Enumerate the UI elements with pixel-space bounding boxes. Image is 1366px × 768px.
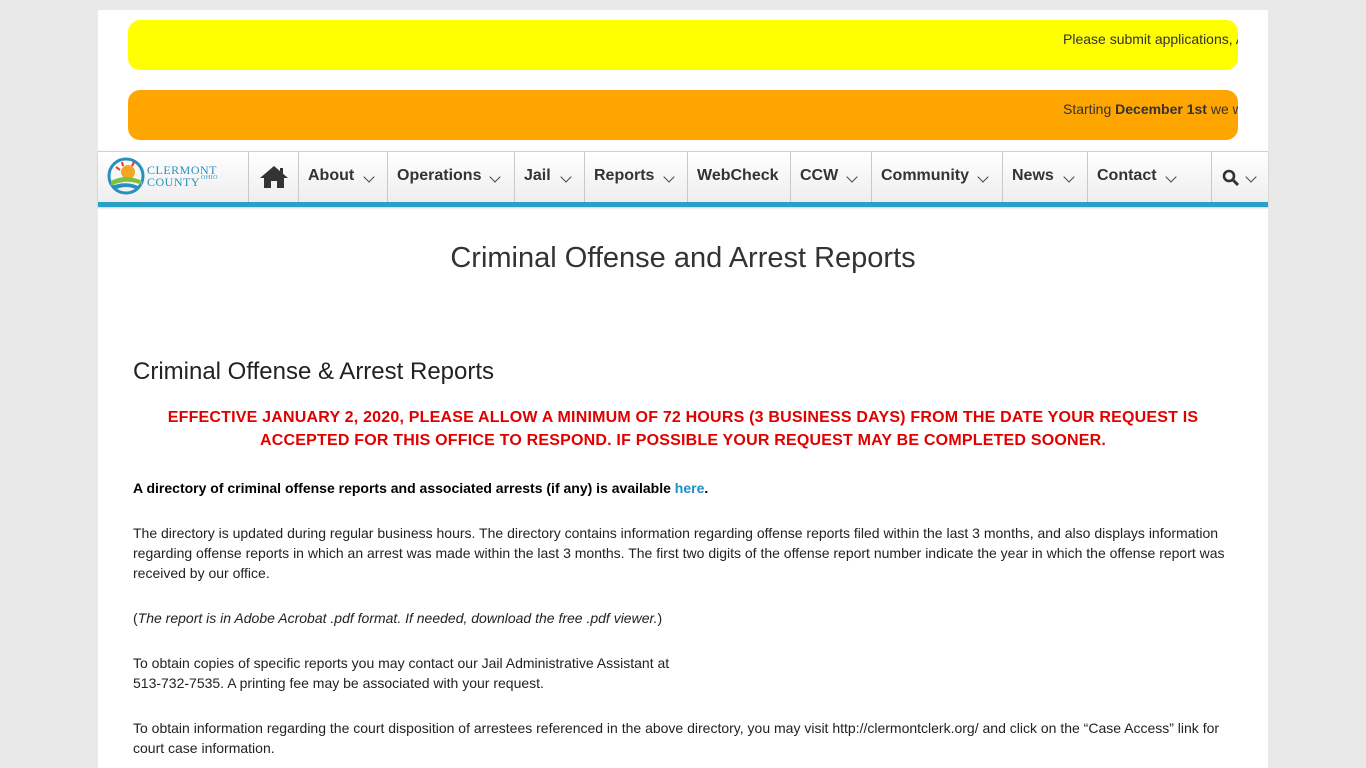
nav-label: CCW (800, 167, 839, 184)
announcement-ticker-yellow[interactable]: Please submit applications, A (128, 20, 1238, 70)
announcement-ticker-orange[interactable]: Starting December 1st we w (128, 90, 1238, 140)
nav-home-button[interactable] (248, 152, 298, 202)
nav-label: Reports (594, 167, 655, 184)
directory-paragraph: A directory of criminal offense reports … (133, 480, 709, 496)
nav-search-button[interactable] (1211, 152, 1268, 202)
nav-operations[interactable]: Operations (387, 152, 514, 202)
chevron-down-icon (489, 171, 501, 183)
court-disposition-paragraph: To obtain information regarding the cour… (133, 720, 1220, 756)
chevron-down-icon (663, 171, 675, 183)
ticker-text: Please submit applications, A (1063, 31, 1238, 47)
chevron-down-icon (977, 171, 989, 183)
chevron-down-icon (560, 171, 572, 183)
main-navigation: CLERMONT COUNTYOHIO About Operations Jai… (98, 151, 1268, 207)
nav-community[interactable]: Community (871, 152, 1002, 202)
page-container: Please submit applications, A Starting D… (98, 10, 1268, 768)
section-title: Criminal Offense & Arrest Reports (133, 358, 495, 385)
nav-label: Operations (397, 167, 482, 184)
nav-label: News (1012, 167, 1054, 184)
search-icon (1222, 169, 1240, 187)
directory-here-link[interactable]: here (675, 480, 705, 496)
nav-label: About (308, 167, 355, 184)
pdf-note-paragraph: (The report is in Adobe Acrobat .pdf for… (133, 610, 663, 626)
clermont-county-logo[interactable]: CLERMONT COUNTYOHIO (106, 155, 246, 199)
nav-jail[interactable]: Jail (514, 152, 584, 202)
nav-label: Community (881, 167, 969, 184)
nav-ccw[interactable]: CCW (790, 152, 871, 202)
page-title: Criminal Offense and Arrest Reports (450, 242, 916, 274)
copies-paragraph: To obtain copies of specific reports you… (133, 655, 670, 691)
home-icon (260, 166, 288, 188)
nav-label: Contact (1097, 167, 1157, 184)
nav-label: WebCheck (697, 167, 779, 184)
nav-webcheck[interactable]: WebCheck (687, 152, 790, 202)
logo-line2: COUNTYOHIO (147, 175, 218, 189)
nav-label: Jail (524, 167, 551, 184)
sun-logo-icon (107, 157, 145, 195)
ticker-text: Starting December 1st we w (1063, 101, 1238, 117)
chevron-down-icon (1165, 171, 1177, 183)
nav-news[interactable]: News (1002, 152, 1087, 202)
directory-update-paragraph: The directory is updated during regular … (133, 525, 1225, 581)
chevron-down-icon (363, 171, 375, 183)
response-time-alert: EFFECTIVE JANUARY 2, 2020, PLEASE ALLOW … (167, 409, 1199, 449)
chevron-down-icon (1063, 171, 1075, 183)
nav-reports[interactable]: Reports (584, 152, 687, 202)
chevron-down-icon (1245, 171, 1257, 183)
nav-contact[interactable]: Contact (1087, 152, 1211, 202)
nav-about[interactable]: About (298, 152, 387, 202)
chevron-down-icon (846, 171, 858, 183)
